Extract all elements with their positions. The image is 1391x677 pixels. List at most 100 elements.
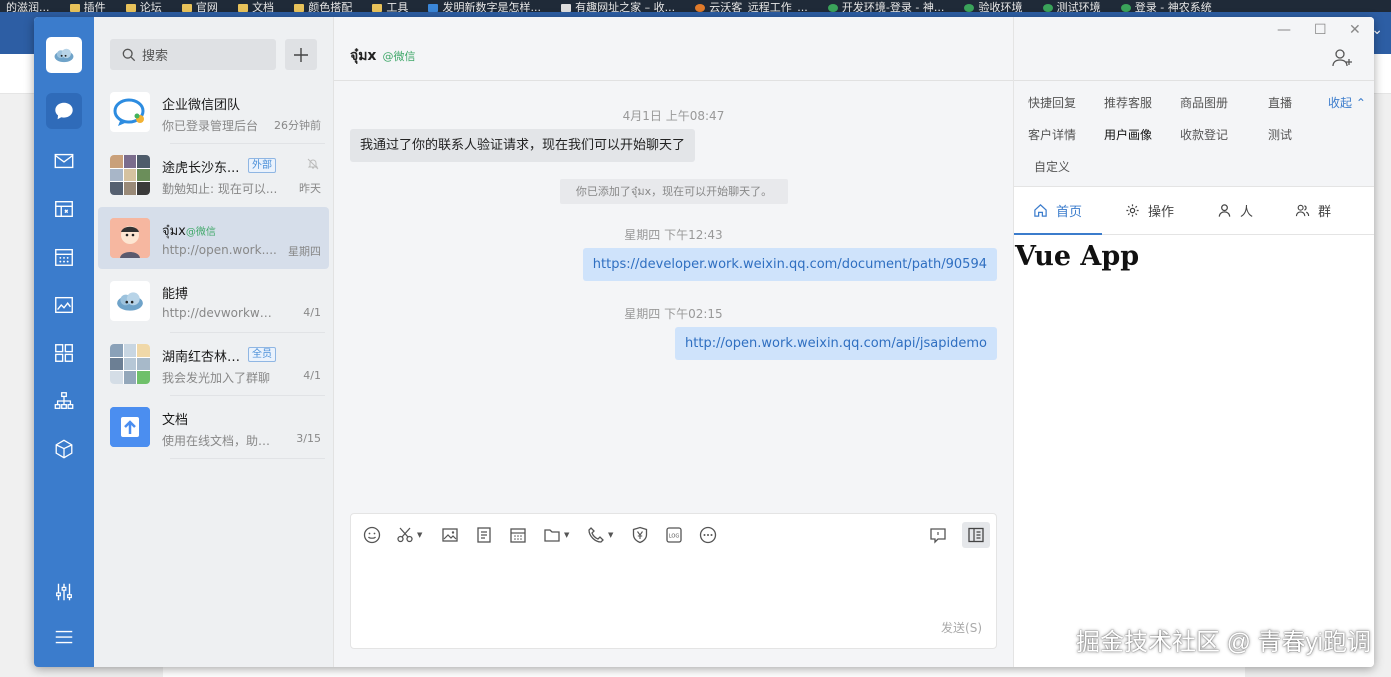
nav-apps[interactable] xyxy=(46,335,82,371)
user-avatar[interactable] xyxy=(46,37,82,73)
chat-header: จุ๋มx @微信 xyxy=(334,17,1013,81)
nav-menu[interactable] xyxy=(46,619,82,655)
nav-settings[interactable] xyxy=(46,574,82,610)
bookmark[interactable]: 登录 - 神农系统 xyxy=(1120,2,1222,12)
bookmark[interactable]: 文档 xyxy=(238,2,284,12)
bookmark[interactable]: 官网 xyxy=(181,2,228,12)
bookmark[interactable]: 论坛 xyxy=(125,2,172,12)
nav-workbench[interactable] xyxy=(46,191,82,227)
bookmark[interactable]: 发明新数字是怎样... xyxy=(428,2,551,12)
menu-item-customer-detail[interactable]: 客户详情 xyxy=(1028,126,1076,143)
bookmark[interactable]: 验收环境 xyxy=(964,2,1032,12)
menu-item-payment[interactable]: 收款登记 xyxy=(1180,126,1228,143)
site-icon xyxy=(561,4,572,12)
menu-item-user-profile[interactable]: 用户画像 xyxy=(1104,126,1152,143)
plus-icon xyxy=(294,47,308,62)
schedule-button[interactable] xyxy=(509,524,527,546)
dropdown-caret-icon[interactable]: ▼ xyxy=(564,531,569,539)
conversation-item[interactable]: 文档 使用在线文档，助力... 3/15 xyxy=(98,396,329,458)
conversation-name: 能搏 xyxy=(162,287,189,302)
conversation-time: 4/1 xyxy=(303,369,321,382)
emoji-button[interactable] xyxy=(363,524,381,546)
search-input[interactable]: 搜索 xyxy=(110,39,276,70)
external-badge: 外部 xyxy=(248,158,276,173)
conversation-list: 搜索 企业微信团队 你已登录管理后台 26分钟前 途虎长沙东... 外部 勤勉知… xyxy=(94,17,334,667)
dropdown-caret-icon[interactable]: ▼ xyxy=(608,531,613,539)
conversation-item[interactable]: จุ๋มx@微信 http://open.work.... 星期四 xyxy=(98,207,329,269)
nav-report[interactable] xyxy=(46,287,82,323)
bookmark[interactable]: 开发环境-登录 - 神... xyxy=(827,2,954,12)
scissors-icon xyxy=(397,527,413,543)
person-icon xyxy=(1218,204,1231,217)
folder-button[interactable]: ▼ xyxy=(543,524,569,546)
dropdown-caret-icon[interactable]: ▼ xyxy=(417,531,422,539)
chat-history-button[interactable] xyxy=(929,524,947,546)
document-icon xyxy=(477,527,491,543)
image-icon xyxy=(442,528,458,542)
bookmark[interactable]: 云沃客_远程工作_... xyxy=(695,2,818,12)
collapse-button[interactable]: 收起 ⌃ xyxy=(1328,94,1366,111)
menu-item-custom[interactable]: 自定义 xyxy=(1034,158,1070,175)
group-icon xyxy=(1295,204,1310,217)
leaf-icon xyxy=(827,4,838,12)
mail-icon xyxy=(54,153,74,169)
image-button[interactable] xyxy=(441,524,459,546)
tab-group[interactable]: 群 xyxy=(1295,201,1331,220)
payment-button[interactable] xyxy=(631,524,649,546)
emoji-icon xyxy=(363,526,381,544)
site-icon xyxy=(695,4,706,12)
conversation-item[interactable]: 企业微信团队 你已登录管理后台 26分钟前 xyxy=(98,81,329,143)
folder-icon xyxy=(294,4,305,12)
log-button[interactable]: LOG xyxy=(665,524,683,546)
tab-actions[interactable]: 操作 xyxy=(1125,201,1174,220)
menu-item-live[interactable]: 直播 xyxy=(1268,94,1292,111)
close-icon[interactable]: ✕ xyxy=(1349,22,1361,38)
leaf-icon xyxy=(1042,4,1053,12)
conversation-name: จุ๋มx@微信 xyxy=(162,224,216,239)
bookmark[interactable]: 的滋润... xyxy=(6,2,60,12)
nav-cube[interactable] xyxy=(46,431,82,467)
menu-item-test[interactable]: 测试 xyxy=(1268,126,1292,143)
menu-item-quick-reply[interactable]: 快捷回复 xyxy=(1028,94,1076,111)
conversation-preview: http://devworkweixi ... xyxy=(162,306,278,320)
nav-messages[interactable] xyxy=(46,93,82,129)
send-button[interactable]: 发送(S) xyxy=(941,619,982,636)
message-composer[interactable]: ▼ ▼ ▼ LOG 发送(S) xyxy=(350,513,997,649)
add-button[interactable] xyxy=(285,39,317,70)
side-tabs: 首页 操作 人 群 xyxy=(1014,187,1374,235)
nav-contacts[interactable] xyxy=(46,383,82,419)
conversation-item[interactable]: 能搏 http://devworkweixi ... 4/1 xyxy=(98,270,329,332)
bookmark[interactable]: 测试环境 xyxy=(1042,2,1111,12)
tab-home[interactable]: 首页 xyxy=(1033,201,1082,220)
message-timestamp: 星期四 下午02:15 xyxy=(624,307,723,321)
conversation-item[interactable]: 途虎长沙东... 外部 勤勉知止: 现在可以... 昨天 xyxy=(98,144,329,206)
group-avatar-icon xyxy=(110,344,150,384)
menu-item-catalog[interactable]: 商品图册 xyxy=(1180,94,1228,111)
chat-icon xyxy=(55,102,73,120)
folder-icon xyxy=(125,4,136,12)
more-button[interactable] xyxy=(699,524,717,546)
maximize-icon[interactable]: ☐ xyxy=(1314,22,1327,38)
side-panel-header: — ☐ ✕ xyxy=(1014,17,1374,81)
tab-person[interactable]: 人 xyxy=(1217,201,1253,220)
bookmark[interactable]: 有趣网址之家 – 收... xyxy=(561,2,685,12)
bookmark[interactable]: 插件 xyxy=(69,2,116,12)
outgoing-link-message[interactable]: http://open.work.weixin.qq.com/api/jsapi… xyxy=(675,327,997,360)
embedded-app-heading: Vue App xyxy=(1015,241,1140,272)
outgoing-link-message[interactable]: https://developer.work.weixin.qq.com/doc… xyxy=(582,248,997,281)
side-panel-toggle[interactable] xyxy=(962,522,990,548)
nav-calendar[interactable] xyxy=(46,239,82,275)
menu-item-recommend[interactable]: 推荐客服 xyxy=(1104,94,1152,111)
doc-button[interactable] xyxy=(475,524,493,546)
screenshot-button[interactable]: ▼ xyxy=(396,524,422,546)
incoming-message[interactable]: 我通过了你的联系人验证请求，现在我们可以开始聊天了 xyxy=(350,129,696,162)
conversation-name: 文档 xyxy=(162,413,189,428)
nav-mail[interactable] xyxy=(46,143,82,179)
bookmark[interactable]: 工具 xyxy=(372,2,418,12)
call-button[interactable]: ▼ xyxy=(587,524,613,546)
minimize-icon[interactable]: — xyxy=(1277,22,1291,38)
conversation-name: 企业微信团队 xyxy=(162,98,241,113)
bookmark[interactable]: 颜色搭配 xyxy=(294,2,362,12)
conversation-item[interactable]: 湖南红杏林科... 全员 我会发光加入了群聊 4/1 xyxy=(98,333,329,395)
add-member-icon[interactable] xyxy=(1332,48,1354,68)
